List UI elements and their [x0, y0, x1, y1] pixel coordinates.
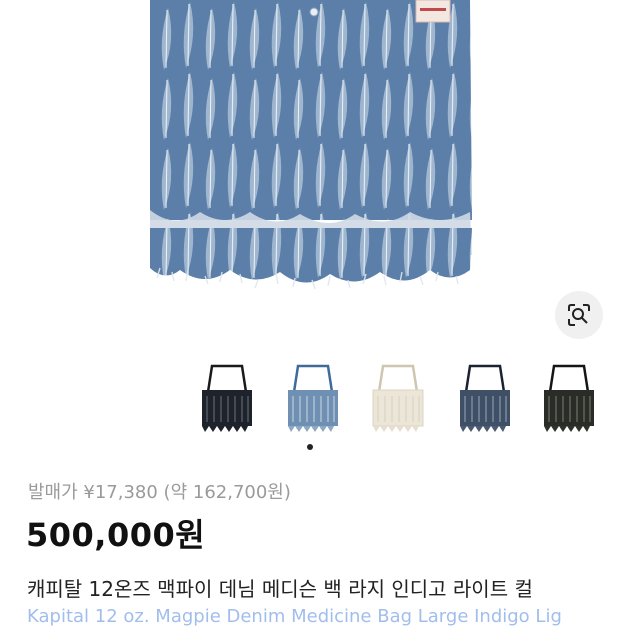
black-olive-bag-icon: [544, 364, 594, 432]
variant-thumbnail-black[interactable]: [192, 362, 262, 434]
sale-price: 500,000원: [26, 516, 206, 554]
denim-bag-illustration: [150, 0, 472, 290]
carousel-indicator-dot: [307, 444, 313, 450]
variant-thumbnail-indigo[interactable]: [450, 362, 520, 434]
variant-thumbnails: [190, 362, 620, 436]
black-bag-icon: [202, 364, 252, 432]
light-indigo-bag-icon: [288, 364, 338, 432]
ecru-bag-icon: [372, 364, 424, 432]
product-title-english: Kapital 12 oz. Magpie Denim Medicine Bag…: [27, 606, 562, 627]
variant-thumbnail-black-olive[interactable]: [534, 362, 604, 434]
product-image[interactable]: [0, 0, 620, 350]
indigo-bag-icon: [460, 364, 510, 432]
lens-icon: [568, 304, 590, 326]
variant-thumbnail-ecru[interactable]: [363, 362, 433, 434]
product-title-korean: 캐피탈 12온즈 맥파이 데님 메디슨 백 라지 인디고 라이트 컬: [27, 577, 533, 601]
variant-thumbnail-light-indigo[interactable]: [278, 362, 348, 434]
release-price: 발매가 ¥17,380 (약 162,700원): [28, 482, 291, 503]
lens-search-button[interactable]: [555, 291, 603, 339]
